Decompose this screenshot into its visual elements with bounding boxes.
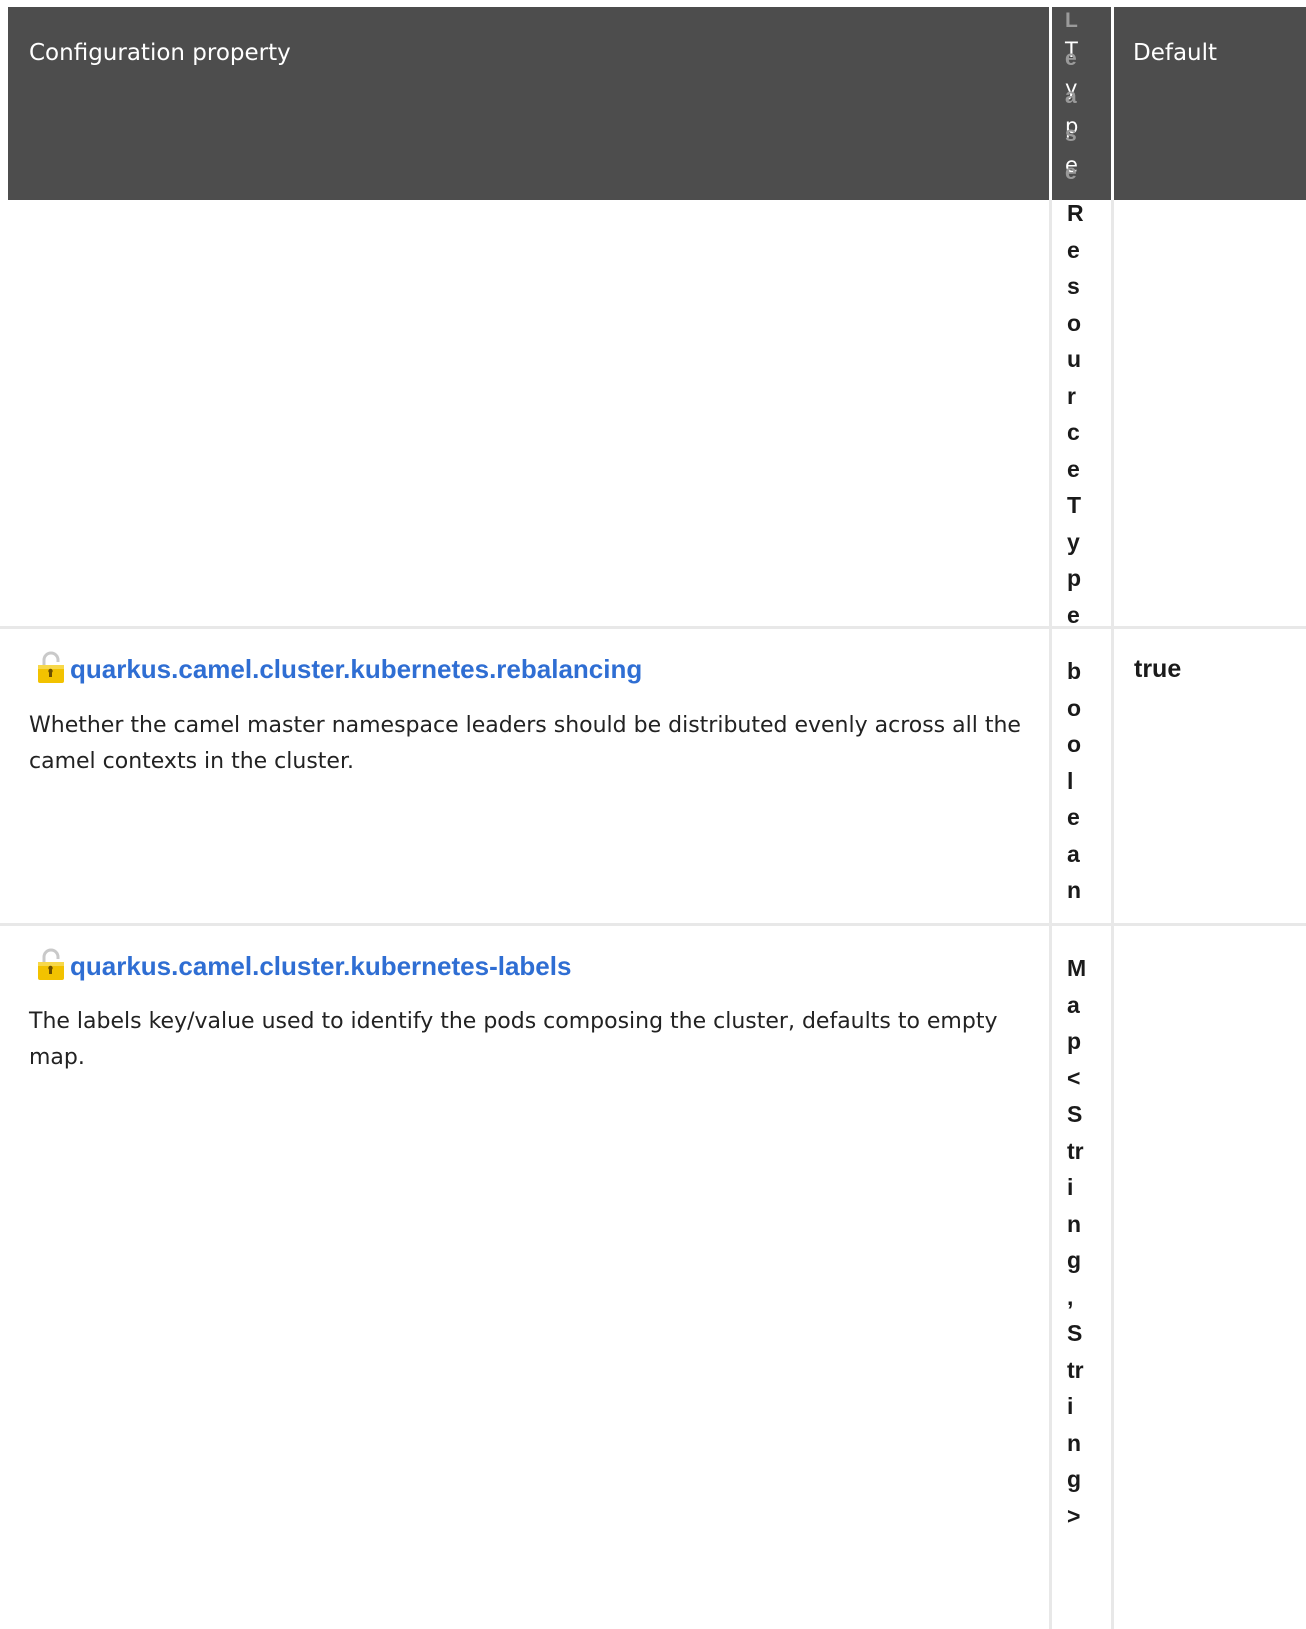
type-letter: u bbox=[1067, 346, 1082, 372]
header-default: Default bbox=[1114, 7, 1306, 200]
property-description: The labels key/value used to identify th… bbox=[29, 1009, 998, 1070]
type-letter: tr bbox=[1067, 1137, 1084, 1164]
type-letter: g bbox=[1067, 1466, 1082, 1492]
overflow-letter: s bbox=[1065, 123, 1077, 146]
type-letter: a bbox=[1067, 991, 1080, 1018]
type-letter: e bbox=[1067, 601, 1080, 628]
type-letter: , bbox=[1067, 1283, 1074, 1310]
type-overflow-continuation: R e s o u r c e T y p e bbox=[1067, 195, 1117, 633]
overflow-letter: a bbox=[1065, 85, 1077, 108]
type-letter: i bbox=[1067, 1393, 1074, 1419]
type-letter: o bbox=[1067, 309, 1082, 336]
type-letter: R bbox=[1067, 200, 1084, 226]
type-letter: > bbox=[1067, 1502, 1081, 1529]
type-letter: i bbox=[1067, 1174, 1074, 1200]
row-divider bbox=[0, 923, 1306, 926]
type-letter: s bbox=[1067, 273, 1080, 299]
property-link-kubernetes-labels[interactable]: quarkus.camel.cluster.kubernetes-labels bbox=[70, 951, 571, 981]
type-letter: e bbox=[1067, 236, 1080, 263]
overflow-letter: e bbox=[1065, 47, 1077, 70]
type-letter: n bbox=[1067, 1429, 1082, 1456]
default-value: true bbox=[1134, 655, 1182, 683]
property-description: Whether the camel master namespace leade… bbox=[29, 713, 1021, 774]
type-letter: M bbox=[1067, 955, 1087, 981]
type-letter: y bbox=[1067, 528, 1080, 555]
header-configuration-property: Configuration property bbox=[8, 7, 1049, 200]
type-letter: g bbox=[1067, 1247, 1082, 1273]
type-cell-map: M a p < S tr i n g , S tr i n g > bbox=[1067, 950, 1117, 1534]
type-letter: c bbox=[1067, 419, 1080, 445]
overflow-letter: e bbox=[1065, 161, 1077, 184]
type-letter: l bbox=[1067, 767, 1074, 794]
type-letter: S bbox=[1067, 1101, 1083, 1127]
table-row: quarkus.camel.cluster.kubernetes.rebalan… bbox=[36, 650, 642, 684]
header-label-default: Default bbox=[1133, 40, 1218, 66]
type-letter: p bbox=[1067, 1028, 1082, 1054]
type-letter: o bbox=[1067, 731, 1082, 757]
type-letter: T bbox=[1067, 492, 1082, 518]
type-cell-boolean: b o o l e a n bbox=[1067, 653, 1117, 909]
config-table: Configuration property Default T y p e L… bbox=[0, 0, 1306, 1629]
header-type bbox=[1052, 7, 1111, 200]
header-label-property: Configuration property bbox=[29, 40, 291, 66]
lock-icon bbox=[36, 650, 66, 684]
type-letter: a bbox=[1067, 840, 1080, 867]
type-letter: n bbox=[1067, 1210, 1082, 1237]
type-letter: o bbox=[1067, 694, 1082, 721]
type-letter: tr bbox=[1067, 1356, 1084, 1383]
type-letter: e bbox=[1067, 804, 1080, 830]
property-link-rebalancing[interactable]: quarkus.camel.cluster.kubernetes.rebalan… bbox=[70, 654, 642, 684]
type-letter: r bbox=[1067, 382, 1076, 409]
type-letter: < bbox=[1067, 1064, 1081, 1091]
lock-icon bbox=[36, 947, 66, 981]
type-letter: p bbox=[1067, 565, 1082, 591]
type-letter: n bbox=[1067, 877, 1082, 903]
type-letter: e bbox=[1067, 455, 1080, 482]
table-row: quarkus.camel.cluster.kubernetes-labels bbox=[36, 947, 571, 981]
type-letter: b bbox=[1067, 658, 1082, 684]
column-divider bbox=[1049, 200, 1052, 1629]
type-letter: S bbox=[1067, 1320, 1083, 1346]
overflow-letter: L bbox=[1065, 9, 1078, 32]
